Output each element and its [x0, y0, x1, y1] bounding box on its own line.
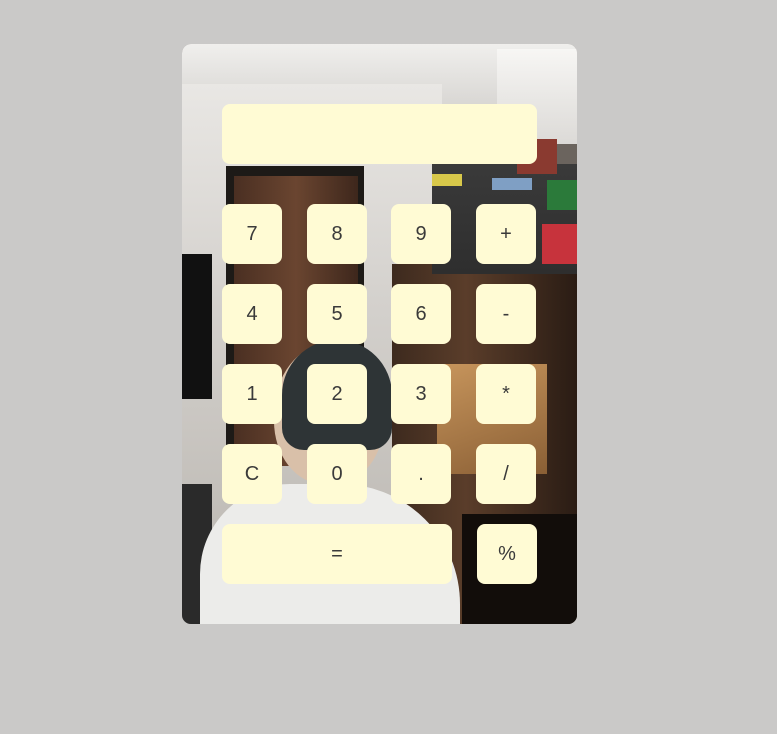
- key-3[interactable]: 3: [391, 364, 451, 424]
- key-5[interactable]: 5: [307, 284, 367, 344]
- calculator-display: [222, 104, 537, 164]
- key-9[interactable]: 9: [391, 204, 451, 264]
- key-4[interactable]: 4: [222, 284, 282, 344]
- key-clear[interactable]: C: [222, 444, 282, 504]
- key-decimal[interactable]: .: [391, 444, 451, 504]
- key-2[interactable]: 2: [307, 364, 367, 424]
- calculator: 7 8 9 + 4 5 6 - 1 2 3 * C 0 . / = %: [182, 44, 577, 624]
- key-1[interactable]: 1: [222, 364, 282, 424]
- key-equals[interactable]: =: [222, 524, 452, 584]
- key-percent[interactable]: %: [477, 524, 537, 584]
- key-minus[interactable]: -: [476, 284, 536, 344]
- key-multiply[interactable]: *: [476, 364, 536, 424]
- key-6[interactable]: 6: [391, 284, 451, 344]
- key-0[interactable]: 0: [307, 444, 367, 504]
- key-divide[interactable]: /: [476, 444, 536, 504]
- key-7[interactable]: 7: [222, 204, 282, 264]
- key-plus[interactable]: +: [476, 204, 536, 264]
- key-8[interactable]: 8: [307, 204, 367, 264]
